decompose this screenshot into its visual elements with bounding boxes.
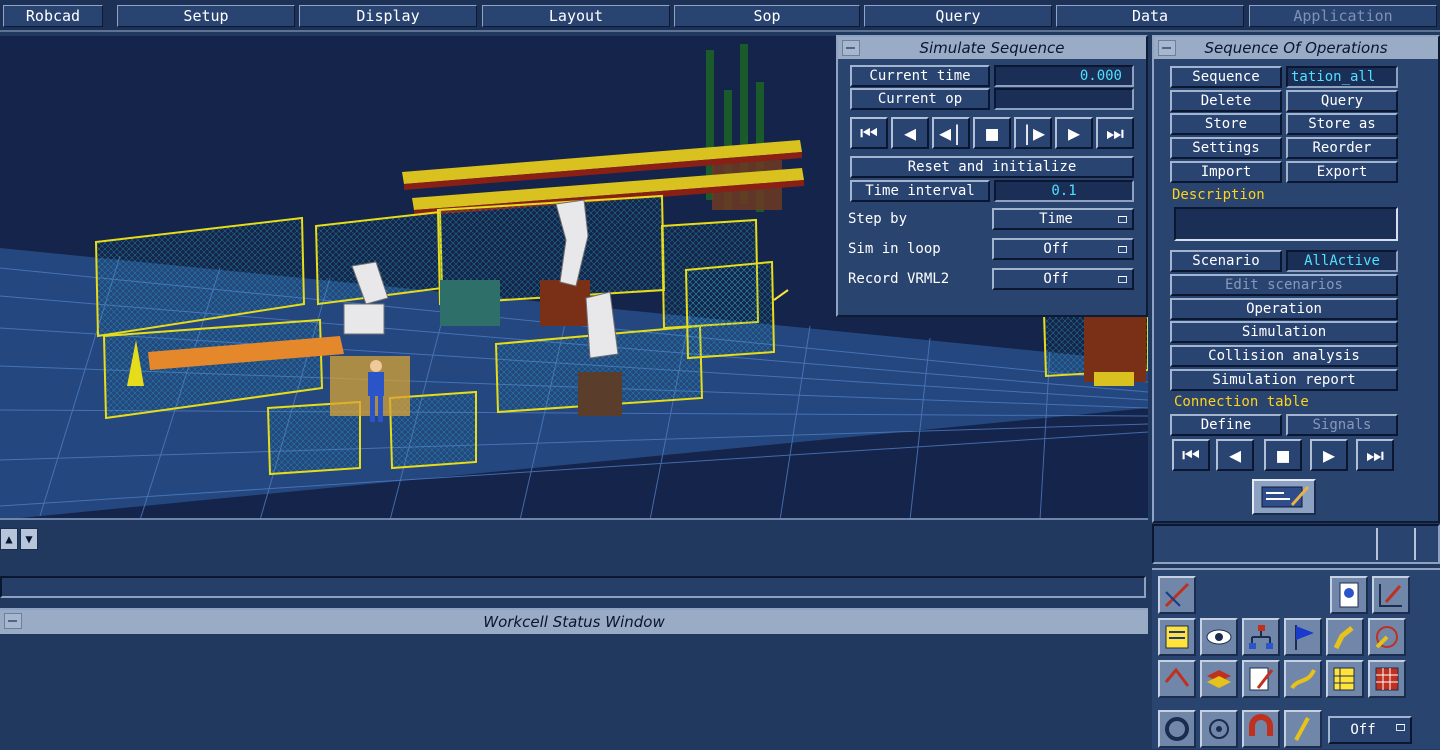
query-button[interactable]: Query — [1286, 90, 1398, 112]
gantt-editor-icon[interactable] — [1252, 479, 1316, 515]
sop-play-forward-icon[interactable]: ▶ — [1310, 439, 1348, 471]
chart-pen-icon[interactable] — [1242, 660, 1280, 698]
jump-to-end-icon[interactable]: ⏭ — [1096, 117, 1134, 149]
settings-button[interactable]: Settings — [1170, 137, 1282, 159]
flag-icon[interactable] — [1284, 618, 1322, 656]
rotate-icon[interactable] — [1158, 710, 1196, 748]
store-as-button[interactable]: Store as — [1286, 113, 1398, 135]
time-interval-button[interactable]: Time interval — [850, 180, 990, 202]
simulation-report-button[interactable]: Simulation report — [1170, 369, 1398, 391]
scrollbar-thumb[interactable] — [1376, 528, 1416, 560]
workcell-status-title: Workcell Status Window — [0, 610, 1148, 634]
menu-setup[interactable]: Setup — [117, 5, 295, 27]
grid-color-icon[interactable] — [1368, 660, 1406, 698]
panel-collapse-icon[interactable] — [4, 613, 22, 629]
command-area: ▲ ▼ — [0, 522, 1148, 602]
simulation-button[interactable]: Simulation — [1170, 321, 1398, 343]
reorder-button[interactable]: Reorder — [1286, 137, 1398, 159]
current-op-field[interactable] — [994, 88, 1134, 110]
current-op-button[interactable]: Current op — [850, 88, 990, 110]
robot-pen-icon[interactable] — [1158, 576, 1196, 614]
sequence-button[interactable]: Sequence — [1170, 66, 1282, 88]
hierarchy-icon[interactable] — [1242, 618, 1280, 656]
delete-button[interactable]: Delete — [1170, 90, 1282, 112]
play-backward-icon[interactable]: ◀ — [891, 117, 929, 149]
magnet-icon[interactable] — [1242, 710, 1280, 748]
workcell-status-title-text: Workcell Status Window — [483, 613, 665, 631]
export-button[interactable]: Export — [1286, 161, 1398, 183]
scenario-button[interactable]: Scenario — [1170, 250, 1282, 272]
scroll-down-icon[interactable]: ▼ — [20, 528, 38, 550]
import-button[interactable]: Import — [1170, 161, 1282, 183]
description-field[interactable] — [1174, 207, 1398, 241]
current-time-button[interactable]: Current time — [850, 65, 990, 87]
document-icon[interactable] — [1330, 576, 1368, 614]
gripper-icon[interactable] — [1284, 710, 1322, 748]
collision-analysis-button[interactable]: Collision analysis — [1170, 345, 1398, 367]
connection-table-label: Connection table — [1174, 394, 1309, 410]
grid-pen-icon[interactable] — [1372, 576, 1410, 614]
step-forward-icon[interactable]: |▶ — [1014, 117, 1052, 149]
sequence-field[interactable]: tation_all — [1286, 66, 1398, 88]
eye-icon[interactable] — [1200, 618, 1238, 656]
sop-jump-to-end-icon[interactable]: ⏭ — [1356, 439, 1394, 471]
layers-icon[interactable] — [1200, 660, 1238, 698]
simulate-title-text: Simulate Sequence — [919, 39, 1065, 57]
mode-select[interactable]: Off — [1328, 716, 1412, 744]
signals-button[interactable]: Signals — [1286, 414, 1398, 436]
panel-collapse-icon[interactable] — [842, 40, 860, 56]
sop-title: Sequence Of Operations — [1154, 37, 1438, 59]
simulate-sequence-title: Simulate Sequence — [838, 37, 1146, 59]
operation-button[interactable]: Operation — [1170, 298, 1398, 320]
sop-play-backward-icon[interactable]: ◀ — [1216, 439, 1254, 471]
sim-in-loop-select[interactable]: Off — [992, 238, 1134, 260]
stop-icon[interactable]: ■ — [973, 117, 1011, 149]
gantry-structure — [402, 44, 804, 216]
scroll-up-icon[interactable]: ▲ — [0, 528, 18, 550]
description-label: Description — [1172, 187, 1265, 203]
menu-layout[interactable]: Layout — [482, 5, 670, 27]
paint-icon[interactable] — [1284, 660, 1322, 698]
jump-to-start-icon[interactable]: ⏮ — [850, 117, 888, 149]
list-icon[interactable] — [1158, 618, 1196, 656]
menu-query[interactable]: Query — [864, 5, 1052, 27]
toolbox-panel: Off — [1152, 568, 1440, 749]
workcell-status-window: Workcell Status Window — [0, 608, 1148, 749]
edit-scenarios-button[interactable]: Edit scenarios — [1170, 274, 1398, 296]
sim-in-loop-label: Sim in loop — [848, 241, 941, 257]
menu-bar: Robcad Setup Display Layout Sop Query Da… — [0, 0, 1440, 32]
current-time-field[interactable]: 0.000 — [994, 65, 1134, 87]
robot-arm-icon[interactable] — [1326, 618, 1364, 656]
target-arm-icon[interactable] — [1368, 618, 1406, 656]
step-by-select[interactable]: Time — [992, 208, 1134, 230]
table-pen-icon[interactable] — [1326, 660, 1364, 698]
sop-scrollbar[interactable] — [1152, 524, 1440, 564]
panel-collapse-icon[interactable] — [1158, 40, 1176, 56]
sop-title-text: Sequence Of Operations — [1204, 39, 1388, 57]
record-vrml-label: Record VRML2 — [848, 271, 950, 287]
scenario-field[interactable]: AllActive — [1286, 250, 1398, 272]
step-backward-icon[interactable]: ◀| — [932, 117, 970, 149]
store-button[interactable]: Store — [1170, 113, 1282, 135]
menu-robcad[interactable]: Robcad — [3, 5, 103, 27]
simulate-sequence-panel: Simulate Sequence Current time 0.000 Cur… — [836, 35, 1148, 317]
menu-data[interactable]: Data — [1056, 5, 1244, 27]
sequence-of-operations-panel: Sequence Of Operations Sequence tation_a… — [1152, 35, 1440, 523]
define-button[interactable]: Define — [1170, 414, 1282, 436]
play-forward-icon[interactable]: ▶ — [1055, 117, 1093, 149]
menu-application[interactable]: Application — [1249, 5, 1437, 27]
record-vrml-select[interactable]: Off — [992, 268, 1134, 290]
menu-display[interactable]: Display — [299, 5, 477, 27]
reset-initialize-button[interactable]: Reset and initialize — [850, 156, 1134, 178]
sop-jump-to-start-icon[interactable]: ⏮ — [1172, 439, 1210, 471]
menu-sop[interactable]: Sop — [674, 5, 860, 27]
sop-stop-icon[interactable]: ■ — [1264, 439, 1302, 471]
time-interval-field[interactable]: 0.1 — [994, 180, 1134, 202]
command-input[interactable] — [0, 576, 1146, 598]
step-by-label: Step by — [848, 211, 908, 227]
target-icon[interactable] — [1200, 710, 1238, 748]
path-icon[interactable] — [1158, 660, 1196, 698]
